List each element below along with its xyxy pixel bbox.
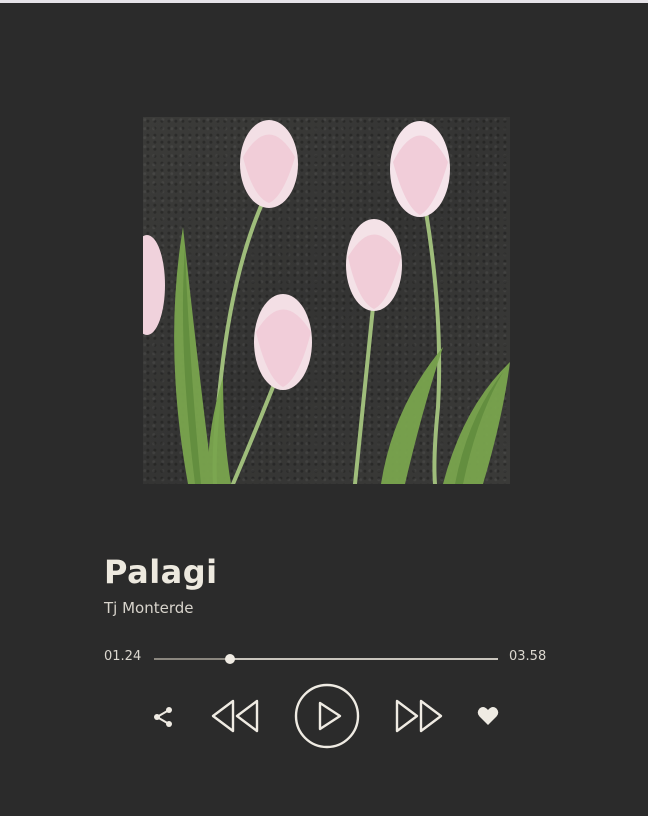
song-title: Palagi — [104, 553, 218, 591]
total-duration: 03.58 — [509, 649, 547, 664]
elapsed-time: 01.24 — [104, 649, 142, 664]
album-cover — [143, 117, 510, 484]
music-player: Palagi Tj Monterde 01.24 03.58 — [0, 0, 648, 816]
share-button[interactable] — [150, 704, 176, 730]
artist-name: Tj Monterde — [104, 599, 194, 617]
top-strip — [0, 0, 648, 3]
tulip-artwork — [143, 120, 510, 484]
like-button[interactable] — [476, 704, 500, 728]
share-icon — [154, 707, 172, 727]
previous-button[interactable] — [209, 697, 261, 735]
next-button[interactable] — [393, 697, 445, 735]
progress-thumb[interactable] — [224, 654, 235, 664]
play-button[interactable] — [294, 683, 360, 749]
progress-fill — [154, 658, 230, 660]
progress-bar[interactable] — [154, 654, 498, 664]
fast-forward-icon — [395, 699, 443, 733]
rewind-icon — [211, 699, 259, 733]
play-icon — [294, 683, 360, 749]
heart-icon — [477, 707, 499, 725]
